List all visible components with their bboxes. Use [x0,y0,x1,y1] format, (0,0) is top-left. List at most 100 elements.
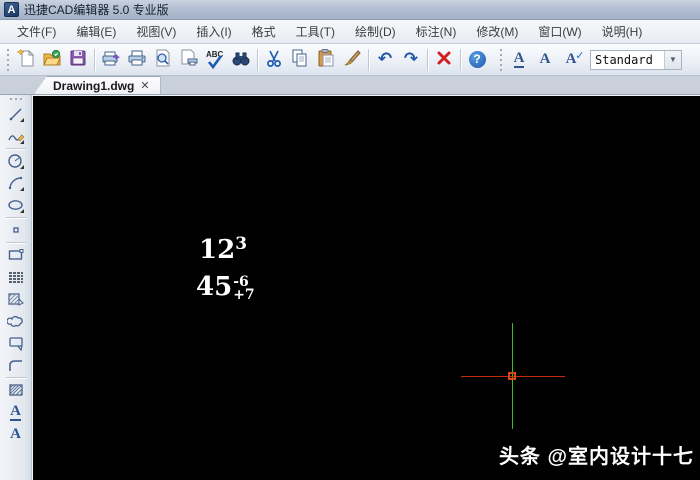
drawing-canvas[interactable]: 123 45 -6 +7 头条 @室内设计十七 [32,95,700,480]
brush-icon [342,48,362,71]
watermark: 头条 @室内设计十七 [498,446,694,468]
binoculars-icon [231,48,251,71]
tab-close-icon[interactable]: ✕ [140,79,149,92]
text-format-button[interactable]: A [506,47,532,73]
multiline-tool[interactable] [4,266,28,288]
text-style-button[interactable]: A ✓ [558,47,585,73]
toolbar-grip[interactable] [5,48,10,71]
save-floppy-icon [68,48,88,71]
tab-drawing1[interactable]: Drawing1.dwg ✕ [34,76,161,94]
print-preview-button[interactable] [150,47,176,73]
point-tool[interactable] [4,219,28,241]
menu-help[interactable]: 说明(H) [593,20,652,43]
delete-x-icon [436,50,452,69]
batch-print-button[interactable] [98,47,124,73]
paste-button[interactable] [313,47,339,73]
sidebar-grip[interactable] [6,97,25,101]
cloud-icon [6,312,25,330]
redo-icon: ↷ [403,49,419,69]
sidebar-separator [5,377,26,378]
revision-cloud-tool[interactable] [4,310,28,332]
chevron-down-icon[interactable]: ▼ [664,50,681,69]
menu-view[interactable]: 视图(V) [127,20,185,43]
ellipse-tool[interactable] [4,194,28,216]
text-tool[interactable]: A [4,401,28,423]
page-setup-button[interactable] [176,47,202,73]
open-file-button[interactable] [39,47,65,73]
region-hatch-icon [7,381,25,399]
sketch-tool[interactable] [4,125,28,147]
stacked-text-base: 12 [199,235,236,265]
spell-check-icon: ABC [205,50,225,70]
callout-tool[interactable] [4,332,28,354]
hatch-tool[interactable] [4,288,28,310]
copy-button[interactable] [287,47,313,73]
stacked-text-superscript: 3 [235,234,248,254]
undo-icon: ↶ [377,49,393,69]
menu-draw[interactable]: 绘制(D) [346,20,405,43]
font-icon: A [539,51,551,67]
format-painter-button[interactable] [339,47,365,73]
multiline-icon [7,268,25,286]
tolerance-stack: -6 +7 [233,275,254,302]
menu-window[interactable]: 窗口(W) [529,20,590,43]
toolbar: ABC ↶ ↷ ? A A A ✓ Standard ▼ [0,44,700,76]
app-icon: A [4,2,19,17]
text-underline-icon: A [10,402,21,421]
toolbar-separator [368,48,369,71]
spell-check-button[interactable]: ABC [202,47,228,73]
menu-format[interactable]: 格式 [243,20,285,43]
toolbar-grip[interactable] [498,48,503,71]
redo-button[interactable]: ↷ [398,47,424,73]
new-file-icon [16,48,36,71]
title-bar: A 迅捷CAD编辑器 5.0 专业版 [0,0,700,20]
point-icon [7,221,25,239]
save-button[interactable] [65,47,91,73]
print-button[interactable] [124,47,150,73]
menu-dimension[interactable]: 标注(N) [407,20,466,43]
fillet-tool[interactable] [4,354,28,376]
toolbar-separator [460,48,461,71]
help-icon: ? [468,51,486,68]
text-style-combobox-value: Standard [595,52,653,67]
copy-icon [290,48,310,71]
region-tool[interactable] [4,379,28,401]
page-setup-icon [179,48,199,71]
menu-bar: 文件(F) 编辑(E) 视图(V) 插入(I) 格式 工具(T) 绘制(D) 标… [0,20,700,44]
sidebar-separator [5,148,26,149]
scissors-icon [264,48,284,71]
new-file-button[interactable] [13,47,39,73]
line-icon [7,105,25,123]
line-tool[interactable] [4,103,28,125]
undo-button[interactable]: ↶ [372,47,398,73]
delete-button[interactable] [431,47,457,73]
menu-insert[interactable]: 插入(I) [187,20,240,43]
menu-modify[interactable]: 修改(M) [467,20,527,43]
circle-tool[interactable] [4,150,28,172]
font-underline-icon: A [513,50,525,68]
tab-label: Drawing1.dwg [53,78,135,93]
toolbar-separator [427,48,428,71]
font-button[interactable]: A [532,47,558,73]
stacked-text-base: 45 [196,272,233,302]
cut-button[interactable] [261,47,287,73]
help-button[interactable]: ? [464,47,490,73]
print-preview-icon [153,48,173,71]
menu-file[interactable]: 文件(F) [8,20,65,43]
stacked-text-exponent[interactable]: 123 [199,234,248,265]
rectangle-tool[interactable] [4,244,28,266]
text-style-combobox[interactable]: Standard ▼ [590,49,682,70]
sidebar-separator [5,242,26,243]
app-window: A 迅捷CAD编辑器 5.0 专业版 文件(F) 编辑(E) 视图(V) 插入(… [0,0,700,480]
toolbar-separator [94,48,95,71]
rectangle-icon [7,246,25,264]
arc-tool[interactable] [4,172,28,194]
mtext-tool[interactable]: A [4,423,28,445]
find-button[interactable] [228,47,254,73]
menu-tools[interactable]: 工具(T) [287,20,344,43]
menu-edit[interactable]: 编辑(E) [67,20,125,43]
sidebar-separator [5,217,26,218]
main-area: A A 123 45 -6 +7 头条 @室内设计十七 [0,95,700,480]
circle-icon [7,152,25,170]
stacked-text-tolerance[interactable]: 45 -6 +7 [196,274,255,302]
